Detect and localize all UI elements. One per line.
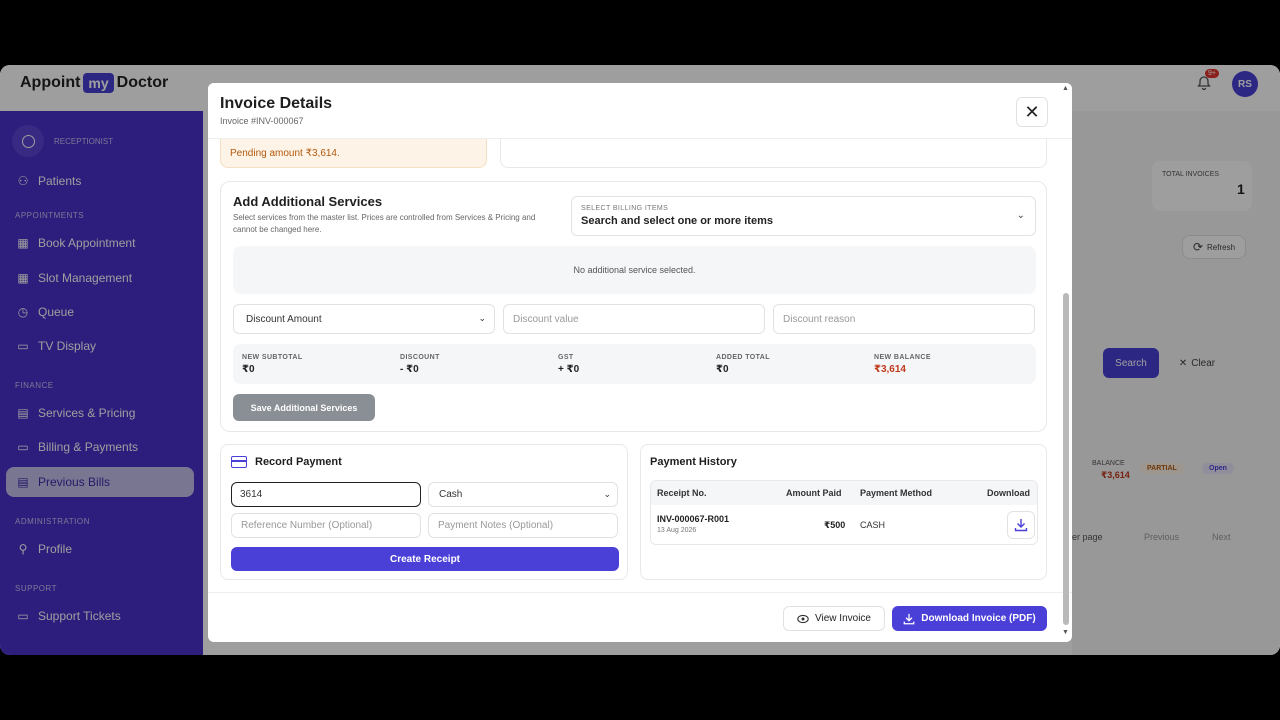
payment-amount-input[interactable]: 3614 [231,482,421,507]
receipt-number: INV-000067-R001 [657,514,730,524]
empty-services-message: No additional service selected. [233,246,1036,294]
pending-amount-alert: Pending amount ₹3,614. [220,139,487,168]
payment-notes-input[interactable]: Payment Notes (Optional) [428,513,618,538]
billing-items-select[interactable]: SELECT BILLING ITEMS Search and select o… [571,196,1036,236]
download-icon [1014,519,1028,532]
total-value: + ₹0 [558,364,580,375]
download-invoice-pdf-button[interactable]: Download Invoice (PDF) [892,606,1047,631]
total-value: ₹3,614 [874,364,906,375]
total-value: ₹0 [242,364,255,375]
total-value: - ₹0 [400,364,419,375]
chevron-down-icon: ⌄ [1016,210,1025,221]
scroll-down-icon[interactable]: ▼ [1062,629,1069,636]
download-icon [903,613,915,624]
section-title: Add Additional Services [233,194,383,209]
payment-method: CASH [860,520,886,530]
close-icon: ✕ [1024,101,1040,122]
totals-summary: NEW SUBTOTAL ₹0 DISCOUNT - ₹0 GST + ₹0 ADDE… [233,344,1036,384]
total-gst: GST + ₹0 [558,354,579,375]
add-additional-services-section: Add Additional Services Select services … [220,181,1047,432]
discount-reason-input[interactable]: Discount reason [773,304,1035,334]
billing-items-placeholder: Search and select one or more items [581,215,773,227]
modal-header: Invoice Details Invoice #INV-000067 ✕ [208,83,1072,139]
record-payment-title: Record Payment [231,456,342,468]
receipt-date: 13 Aug 2026 [657,527,697,534]
total-value: ₹0 [716,364,729,375]
total-discount: DISCOUNT - ₹0 [400,354,440,375]
discount-type-select[interactable]: Discount Amount ⌄ [233,304,495,334]
section-description: Select services from the master list. Pr… [233,213,536,234]
payment-history-section: Payment History Receipt No. Amount Paid … [640,444,1047,580]
view-invoice-label: View Invoice [815,613,871,624]
discount-value-input[interactable]: Discount value [503,304,765,334]
payment-method-select[interactable]: Cash ⌄ [428,482,618,507]
close-button[interactable]: ✕ [1016,97,1048,127]
view-invoice-button[interactable]: View Invoice [783,606,885,631]
column-header: Amount Paid [786,488,842,498]
total-label: ADDED TOTAL [716,354,770,361]
total-label: GST [558,354,574,361]
modal-footer: View Invoice Download Invoice (PDF) [208,592,1072,642]
column-header: Receipt No. [657,488,707,498]
table-row: INV-000067-R001 13 Aug 2026 ₹500 CASH [651,505,1037,544]
download-receipt-button[interactable] [1007,511,1035,539]
credit-card-icon [231,456,247,468]
modal-title: Invoice Details [220,95,333,112]
column-header: Download [987,488,1030,498]
save-additional-services-button[interactable]: Save Additional Services [233,394,375,421]
record-payment-title-text: Record Payment [255,456,342,468]
chevron-down-icon: ⌄ [603,489,611,499]
payment-history-table: Receipt No. Amount Paid Payment Method D… [650,480,1038,545]
payment-history-title: Payment History [650,456,737,468]
total-label: NEW BALANCE [874,354,931,361]
invoice-number: Invoice #INV-000067 [220,116,304,126]
download-invoice-label: Download Invoice (PDF) [921,613,1036,624]
total-new-subtotal: NEW SUBTOTAL ₹0 [242,354,303,375]
create-receipt-button[interactable]: Create Receipt [231,547,619,571]
eye-icon [797,614,809,623]
total-label: DISCOUNT [400,354,440,361]
billing-items-label: SELECT BILLING ITEMS [581,205,669,212]
invoice-details-modal: Pending amount ₹3,614. Invoice Details I… [208,83,1072,642]
table-header: Receipt No. Amount Paid Payment Method D… [651,481,1037,505]
total-label: NEW SUBTOTAL [242,354,303,361]
total-added: ADDED TOTAL ₹0 [716,354,770,375]
invoice-summary-card [500,139,1047,168]
payment-method-value: Cash [439,489,463,500]
discount-type-value: Discount Amount [246,313,322,325]
modal-scrollbar[interactable]: ▲ ▼ [1062,85,1070,637]
column-header: Payment Method [860,488,933,498]
total-new-balance: NEW BALANCE ₹3,614 [874,354,931,375]
record-payment-section: Record Payment 3614 Cash ⌄ Reference Num… [220,444,628,580]
scroll-up-icon[interactable]: ▲ [1062,85,1069,92]
scrollbar-thumb[interactable] [1063,293,1069,625]
chevron-down-icon: ⌄ [478,313,486,323]
reference-number-input[interactable]: Reference Number (Optional) [231,513,421,538]
amount-paid: ₹500 [824,520,846,530]
